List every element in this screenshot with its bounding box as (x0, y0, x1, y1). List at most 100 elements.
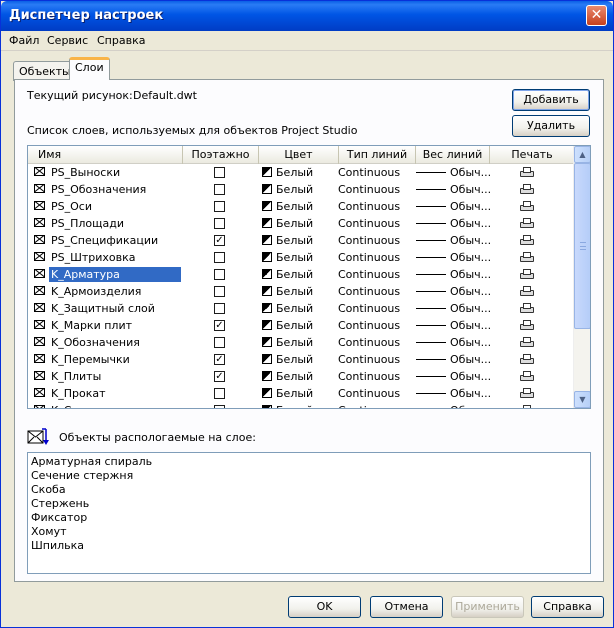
layer-name[interactable]: K_Марки плит (49, 318, 134, 333)
objects-list[interactable]: Арматурная спираль Сечение стержня Скоба Ст… (27, 452, 591, 574)
layer-linetype[interactable]: Continuous (338, 284, 400, 299)
ok-button[interactable]: OK (288, 596, 361, 618)
layer-name[interactable]: PS_Площади (49, 216, 126, 231)
printer-icon[interactable] (520, 320, 534, 331)
layer-color[interactable]: Белый (276, 250, 313, 265)
table-row[interactable]: PS_Выноски Белый Continuous Обыч... (28, 164, 574, 181)
floor-checkbox[interactable]: ✓ (214, 371, 225, 382)
table-row[interactable]: PS_Площади Белый Continuous Обыч... (28, 215, 574, 232)
layer-name[interactable]: PS_Обозначения (49, 182, 148, 197)
layer-color[interactable]: Белый (276, 284, 313, 299)
color-swatch[interactable] (262, 320, 272, 330)
printer-icon[interactable] (520, 371, 534, 382)
layer-lineweight[interactable]: Обыч... (450, 352, 491, 367)
layer-linetype[interactable]: Continuous (338, 301, 400, 316)
table-row[interactable]: PS_Штриховка Белый Continuous Обыч... (28, 249, 574, 266)
layer-color[interactable]: Белый (276, 301, 313, 316)
column-lineweight[interactable]: Вес линий (416, 146, 490, 164)
printer-icon[interactable] (520, 354, 534, 365)
layer-linetype[interactable]: Continuous (338, 403, 400, 408)
column-linetype[interactable]: Тип линий (339, 146, 416, 164)
tab-objects[interactable]: Объекты (13, 61, 77, 81)
cancel-button[interactable]: Отмена (370, 596, 443, 618)
floor-checkbox[interactable] (214, 184, 225, 195)
layer-color[interactable]: Белый (276, 386, 313, 401)
layer-color[interactable]: Белый (276, 233, 313, 248)
scroll-up-button[interactable]: ▲ (574, 146, 590, 163)
color-swatch[interactable] (262, 269, 272, 279)
color-swatch[interactable] (262, 252, 272, 262)
layer-linetype[interactable]: Continuous (338, 216, 400, 231)
table-row[interactable]: PS_Оси Белый Continuous Обыч... (28, 198, 574, 215)
layer-lineweight[interactable]: Обыч... (450, 250, 491, 265)
layer-color[interactable]: Белый (276, 352, 313, 367)
layer-lineweight[interactable]: Обыч... (450, 165, 491, 180)
floor-checkbox[interactable] (214, 252, 225, 263)
menu-help[interactable]: Справка (97, 34, 145, 47)
layer-name[interactable]: PS_Штриховка (49, 250, 138, 265)
printer-icon[interactable] (520, 405, 534, 408)
table-row[interactable]: K_Арматура Белый Continuous Обыч... (28, 266, 574, 283)
list-item[interactable]: Скоба (31, 483, 587, 497)
layer-linetype[interactable]: Continuous (338, 352, 400, 367)
printer-icon[interactable] (520, 286, 534, 297)
layer-lineweight[interactable]: Обыч... (450, 318, 491, 333)
layer-linetype[interactable]: Continuous (338, 386, 400, 401)
layer-name[interactable]: K_Арматура (49, 267, 181, 282)
color-swatch[interactable] (262, 405, 272, 408)
apply-button[interactable]: Применить (451, 596, 524, 618)
table-row[interactable]: PS_Обозначения Белый Continuous Обыч... (28, 181, 574, 198)
column-print[interactable]: Печать (490, 146, 574, 164)
layer-color[interactable]: Белый (276, 165, 313, 180)
table-row[interactable]: K_Армоизделия Белый Continuous Обыч... (28, 283, 574, 300)
layer-linetype[interactable]: Continuous (338, 369, 400, 384)
layer-lineweight[interactable]: Обыч... (450, 403, 491, 408)
layer-color[interactable]: Белый (276, 318, 313, 333)
scroll-thumb[interactable] (574, 163, 590, 329)
column-floor[interactable]: Поэтажно (183, 146, 259, 164)
layer-name[interactable]: PS_Оси (49, 199, 94, 214)
table-row[interactable]: K_Сваи Белый Continuous Обыч... (28, 402, 574, 408)
layer-name[interactable]: PS_Спецификации (49, 233, 160, 248)
layer-lineweight[interactable]: Обыч... (450, 199, 491, 214)
color-swatch[interactable] (262, 201, 272, 211)
layer-linetype[interactable]: Continuous (338, 335, 400, 350)
layer-lineweight[interactable]: Обыч... (450, 284, 491, 299)
layer-lineweight[interactable]: Обыч... (450, 216, 491, 231)
layer-color[interactable]: Белый (276, 369, 313, 384)
printer-icon[interactable] (520, 337, 534, 348)
layer-lineweight[interactable]: Обыч... (450, 267, 491, 282)
color-swatch[interactable] (262, 354, 272, 364)
printer-icon[interactable] (520, 252, 534, 263)
layer-linetype[interactable]: Continuous (338, 182, 400, 197)
floor-checkbox[interactable] (214, 201, 225, 212)
table-row[interactable]: K_Защитный слой Белый Continuous Обыч... (28, 300, 574, 317)
floor-checkbox[interactable] (214, 286, 225, 297)
layer-color[interactable]: Белый (276, 182, 313, 197)
floor-checkbox[interactable] (214, 303, 225, 314)
printer-icon[interactable] (520, 235, 534, 246)
close-button[interactable]: ✕ (586, 5, 607, 26)
printer-icon[interactable] (520, 201, 534, 212)
list-item[interactable]: Хомут (31, 525, 587, 539)
floor-checkbox[interactable] (214, 218, 225, 229)
layers-scrollbar[interactable]: ▲ ▼ (573, 146, 590, 408)
floor-checkbox[interactable] (214, 405, 225, 408)
layer-name[interactable]: K_Перемычки (49, 352, 132, 367)
layer-color[interactable]: Белый (276, 403, 313, 408)
add-button[interactable]: Добавить (512, 89, 590, 111)
layer-color[interactable]: Белый (276, 267, 313, 282)
table-row[interactable]: K_Марки плит ✓ Белый Continuous Обыч... (28, 317, 574, 334)
layer-linetype[interactable]: Continuous (338, 233, 400, 248)
color-swatch[interactable] (262, 286, 272, 296)
column-color[interactable]: Цвет (259, 146, 339, 164)
layer-lineweight[interactable]: Обыч... (450, 335, 491, 350)
color-swatch[interactable] (262, 371, 272, 381)
printer-icon[interactable] (520, 388, 534, 399)
help-button[interactable]: Справка (531, 596, 604, 618)
layer-color[interactable]: Белый (276, 335, 313, 350)
color-swatch[interactable] (262, 184, 272, 194)
table-row[interactable]: K_Плиты ✓ Белый Continuous Обыч... (28, 368, 574, 385)
color-swatch[interactable] (262, 388, 272, 398)
menu-file[interactable]: Файл (9, 34, 39, 47)
